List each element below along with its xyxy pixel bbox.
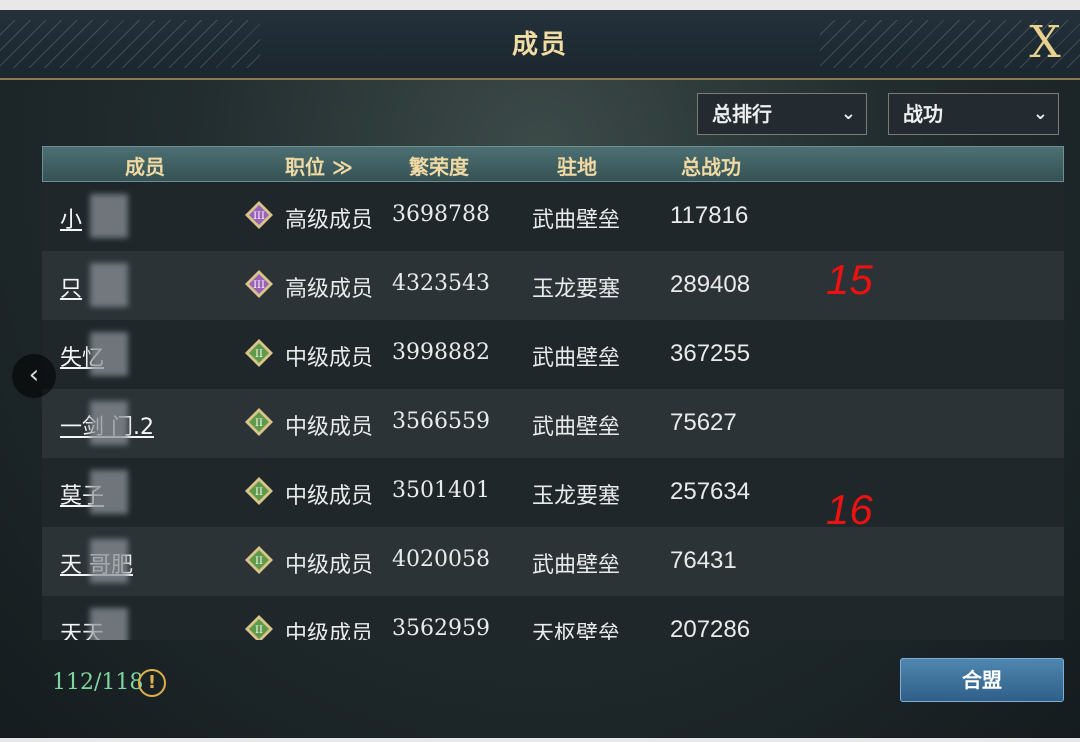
redacted-name-mask	[90, 608, 128, 640]
table-row[interactable]: 小 III 高级成员 3698788 武曲壁垒 117816	[42, 182, 1064, 251]
header-member[interactable]: 成员	[125, 151, 165, 180]
redacted-name-mask	[90, 470, 128, 514]
header-total-power[interactable]: 总战功	[681, 151, 741, 180]
alliance-button[interactable]: 合盟	[900, 658, 1064, 702]
member-base: 武曲壁垒	[532, 415, 621, 440]
member-total-power: 257634	[670, 478, 751, 505]
member-position: 中级成员	[285, 415, 374, 440]
member-position: 高级成员	[285, 208, 374, 233]
member-total-power: 207286	[670, 616, 751, 640]
rank-numeral: II	[255, 625, 263, 636]
member-position: 中级成员	[285, 553, 374, 578]
table-row[interactable]: 天 哥肥II中级成员4020058武曲壁垒76431	[42, 527, 1064, 596]
member-prosperity: 3698788	[392, 202, 490, 227]
member-prosperity: 3562959	[392, 616, 490, 640]
table-row[interactable]: 失忆 II 中级成员 3998882 武曲壁垒 367255	[42, 320, 1064, 389]
table-row[interactable]: 莫子 II 中级成员 3501401 玉龙要塞 257634	[42, 458, 1064, 527]
rank-badge-icon: III	[245, 201, 273, 229]
member-position: 高级成员	[285, 277, 374, 302]
member-name-link[interactable]: 只	[60, 271, 82, 303]
member-position: 中级成员	[285, 346, 374, 371]
rank-numeral: II	[255, 487, 263, 498]
info-icon[interactable]: !	[138, 669, 166, 697]
rank-numeral: II	[255, 556, 263, 567]
rank-badge-icon: II	[245, 477, 273, 505]
rank-badge-icon: II	[245, 615, 273, 640]
chevron-down-icon: ⌄	[840, 103, 856, 124]
member-base: 武曲壁垒	[532, 346, 621, 371]
metric-dropdown[interactable]: 战功 ⌄	[888, 93, 1059, 135]
member-base: 玉龙要塞	[532, 277, 621, 302]
member-prosperity: 4020058	[392, 547, 490, 572]
member-prosperity: 4323543	[392, 271, 490, 296]
member-prosperity: 3566559	[392, 409, 490, 434]
header-base[interactable]: 驻地	[557, 151, 597, 180]
member-count: 112/118	[52, 670, 144, 695]
table-row[interactable]: 一剑 门.2 II 中级成员 3566559 武曲壁垒 75627	[42, 389, 1064, 458]
members-window: 成员 X 总排行 ⌄ 战功 ⌄ 成员 职位 ≫ 繁荣度 驻地 总战功 小 III 高…	[0, 10, 1080, 738]
member-base: 玉龙要塞	[532, 484, 621, 509]
rank-numeral: III	[253, 211, 265, 222]
sort-dropdown[interactable]: 总排行 ⌄	[697, 93, 867, 135]
member-base: 武曲壁垒	[532, 553, 621, 578]
member-total-power: 117816	[670, 202, 749, 229]
handwritten-annotation: 16	[826, 486, 873, 533]
header-prosperity[interactable]: 繁荣度	[409, 151, 469, 180]
handwritten-annotation: 15	[826, 256, 873, 303]
table-header: 成员 职位 ≫ 繁荣度 驻地 总战功	[42, 146, 1064, 182]
member-name-link[interactable]: 小	[60, 202, 82, 234]
redacted-name-mask	[90, 263, 128, 307]
back-arrow-button[interactable]: ‹	[12, 354, 56, 398]
member-base: 武曲壁垒	[532, 208, 621, 233]
rank-badge-icon: II	[245, 339, 273, 367]
member-position: 中级成员	[285, 484, 374, 509]
rank-badge-icon: II	[245, 546, 273, 574]
rank-numeral: III	[253, 280, 265, 291]
member-prosperity: 3501401	[392, 478, 490, 503]
redacted-name-mask	[90, 332, 128, 376]
sort-dropdown-value: 总排行	[712, 102, 772, 126]
chevron-down-icon: ⌄	[1032, 103, 1048, 124]
table-row[interactable]: 天天 II 中级成员 3562959 天枢壁垒 207286	[42, 596, 1064, 640]
rank-badge-icon: III	[245, 270, 273, 298]
member-total-power: 75627	[670, 409, 737, 436]
redacted-name-mask	[90, 401, 128, 445]
rank-numeral: II	[255, 349, 263, 360]
member-prosperity: 3998882	[392, 340, 490, 365]
table-row[interactable]: 只 III 高级成员 4323543 玉龙要塞 289408	[42, 251, 1064, 320]
member-total-power: 367255	[670, 340, 751, 367]
member-total-power: 76431	[670, 547, 737, 574]
redacted-name-mask	[90, 539, 128, 583]
member-total-power: 289408	[670, 271, 751, 298]
redacted-name-mask	[90, 194, 128, 238]
member-table: 成员 职位 ≫ 繁荣度 驻地 总战功 小 III 高级成员 3698788 武曲壁垒 11…	[42, 146, 1064, 640]
page-title: 成员	[511, 30, 568, 60]
rank-badge-icon: II	[245, 408, 273, 436]
header-position[interactable]: 职位 ≫	[285, 151, 353, 180]
member-position: 中级成员	[285, 622, 374, 640]
member-base: 天枢壁垒	[532, 622, 621, 640]
rank-numeral: II	[255, 418, 263, 429]
metric-dropdown-value: 战功	[903, 102, 943, 126]
close-button[interactable]: X	[1020, 18, 1070, 68]
title-bar: 成员 X	[0, 10, 1080, 80]
